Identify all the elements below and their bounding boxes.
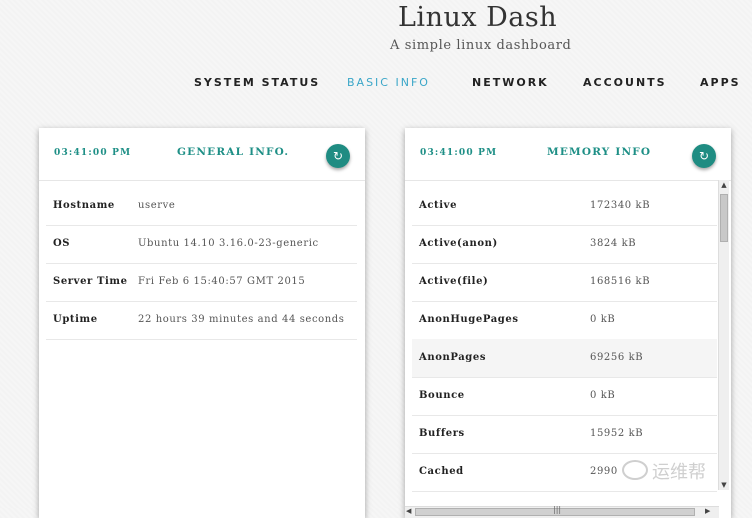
vertical-scroll-thumb[interactable] — [720, 194, 728, 242]
row-key: AnonPages — [419, 352, 487, 363]
row-key: Active — [419, 200, 458, 211]
memory-info-title: MEMORY INFO — [547, 146, 652, 158]
table-row: Server Time Fri Feb 6 15:40:57 GMT 2015 — [46, 263, 357, 302]
scroll-up-arrow-icon[interactable]: ▲ — [719, 181, 729, 189]
table-row: Active(file) 168516 kB — [412, 263, 717, 302]
table-row: OS Ubuntu 14.10 3.16.0-23-generic — [46, 225, 357, 264]
table-row: Active 172340 kB — [412, 187, 717, 226]
refresh-icon[interactable]: ↻ — [326, 144, 350, 168]
wechat-icon — [622, 460, 648, 480]
table-row: Buffers 15952 kB — [412, 415, 717, 454]
row-value: 0 kB — [590, 390, 616, 401]
main-nav: SYSTEM STATUS BASIC INFO NETWORK ACCOUNT… — [0, 76, 752, 90]
row-key: Uptime — [53, 314, 98, 325]
row-key: Bounce — [419, 390, 465, 401]
row-key: OS — [53, 238, 71, 249]
row-value: 0 kB — [590, 314, 616, 325]
vertical-scrollbar[interactable]: ▲ ▼ — [718, 180, 729, 490]
general-info-header: 03:41:00 PM GENERAL INFO. ↻ — [39, 128, 365, 181]
general-info-time: 03:41:00 PM — [54, 148, 132, 158]
nav-network[interactable]: NETWORK — [472, 76, 549, 89]
table-row: Active(anon) 3824 kB — [412, 225, 717, 264]
row-key: Cached — [419, 466, 464, 477]
row-value: 2990 — [590, 466, 618, 477]
table-row: Bounce 0 kB — [412, 377, 717, 416]
scroll-right-arrow-icon[interactable]: ▶ — [705, 507, 710, 515]
row-key: Hostname — [53, 200, 115, 211]
nav-apps[interactable]: APPS — [700, 76, 741, 89]
scroll-grip-icon: ||| — [553, 505, 562, 514]
table-row: Hostname userve — [46, 187, 357, 226]
row-key: AnonHugePages — [419, 314, 519, 325]
memory-info-header: 03:41:00 PM MEMORY INFO ↻ — [405, 128, 731, 181]
table-row: Uptime 22 hours 39 minutes and 44 second… — [46, 301, 357, 340]
row-value: 168516 kB — [590, 276, 651, 287]
watermark-text: 运维帮 — [652, 462, 706, 483]
app-subtitle: A simple linux dashboard — [390, 38, 572, 53]
row-value: 22 hours 39 minutes and 44 seconds — [138, 314, 345, 325]
app-title: Linux Dash — [398, 2, 558, 33]
table-row: AnonHugePages 0 kB — [412, 301, 717, 340]
general-info-card: 03:41:00 PM GENERAL INFO. ↻ Hostname use… — [39, 128, 365, 518]
memory-info-time: 03:41:00 PM — [420, 148, 498, 158]
nav-basic-info[interactable]: BASIC INFO — [347, 76, 430, 89]
row-value: Fri Feb 6 15:40:57 GMT 2015 — [138, 276, 306, 287]
row-value: userve — [138, 200, 176, 211]
row-value: 172340 kB — [590, 200, 651, 211]
scroll-left-arrow-icon[interactable]: ◀ — [406, 507, 411, 515]
row-value: 69256 kB — [590, 352, 644, 363]
refresh-icon[interactable]: ↻ — [692, 144, 716, 168]
row-value: Ubuntu 14.10 3.16.0-23-generic — [138, 238, 319, 249]
row-key: Server Time — [53, 276, 128, 287]
row-key: Buffers — [419, 428, 465, 439]
nav-accounts[interactable]: ACCOUNTS — [583, 76, 667, 89]
row-value: 3824 kB — [590, 238, 637, 249]
row-key: Active(anon) — [419, 238, 498, 249]
watermark: 运维帮 — [622, 456, 732, 486]
nav-system-status[interactable]: SYSTEM STATUS — [194, 76, 320, 89]
row-value: 15952 kB — [590, 428, 644, 439]
general-info-title: GENERAL INFO. — [177, 146, 290, 158]
table-row: AnonPages 69256 kB — [412, 339, 717, 378]
row-key: Active(file) — [419, 276, 489, 287]
